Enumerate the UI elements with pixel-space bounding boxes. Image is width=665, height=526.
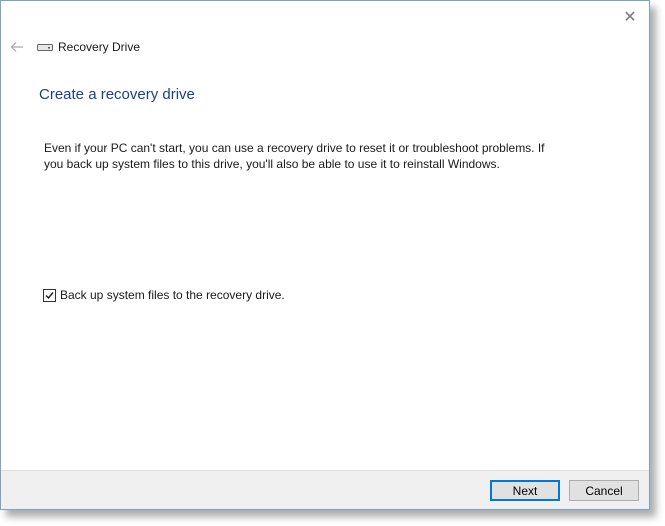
description-text: Even if your PC can't start, you can use… xyxy=(44,141,545,171)
screen: ✕ Recovery Drive Create a recovery drive… xyxy=(0,0,665,526)
close-button[interactable]: ✕ xyxy=(619,7,641,27)
backup-system-files-label[interactable]: Back up system files to the recovery dri… xyxy=(60,288,285,302)
drive-icon xyxy=(37,42,53,52)
recovery-drive-window: ✕ Recovery Drive Create a recovery drive… xyxy=(0,0,650,510)
checkmark-icon xyxy=(45,291,54,299)
button-bar: Next Cancel xyxy=(1,470,649,509)
title-bar: Recovery Drive xyxy=(8,37,140,57)
window-title: Recovery Drive xyxy=(58,40,141,54)
next-button[interactable]: Next xyxy=(490,480,560,501)
backup-system-files-option[interactable]: Back up system files to the recovery dri… xyxy=(43,288,285,302)
cancel-button[interactable]: Cancel xyxy=(569,480,639,501)
close-icon: ✕ xyxy=(623,9,637,26)
backup-system-files-checkbox[interactable] xyxy=(43,288,56,302)
page-heading: Create a recovery drive xyxy=(39,86,195,103)
back-button[interactable] xyxy=(8,38,26,56)
back-arrow-icon xyxy=(10,42,23,52)
